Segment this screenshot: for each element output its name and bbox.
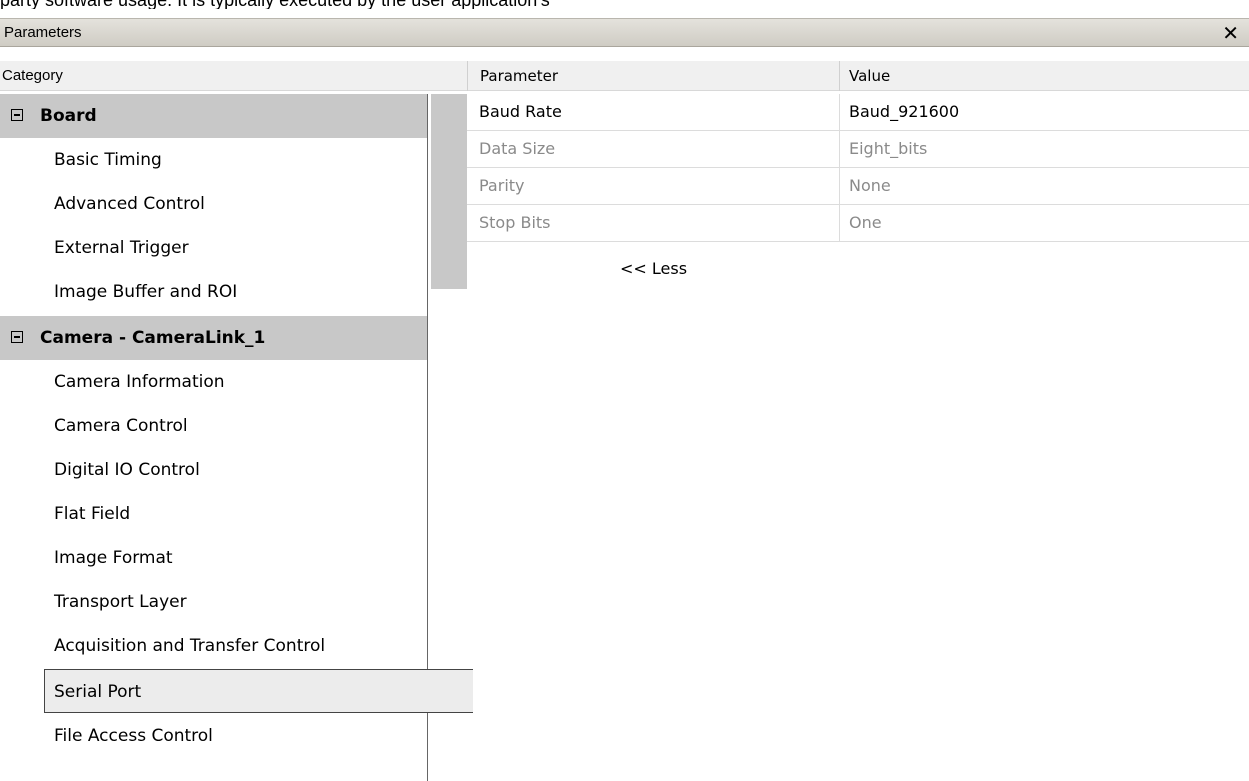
category-group-label: Camera - CameraLink_1 (40, 328, 266, 348)
category-item-label: Flat Field (54, 504, 131, 524)
category-item-flat-field[interactable]: Flat Field (0, 492, 427, 536)
param-value: One (839, 205, 1249, 241)
column-header-bar: Category Parameter Value (0, 61, 1249, 91)
param-name: Data Size (479, 139, 556, 158)
category-item-label: Transport Layer (54, 592, 187, 612)
category-item-advanced-control[interactable]: Advanced Control (0, 182, 427, 226)
category-item-image-buffer-roi[interactable]: Image Buffer and ROI (0, 270, 427, 314)
category-item-label: File Access Control (54, 726, 213, 746)
category-item-camera-control[interactable]: Camera Control (0, 404, 427, 448)
category-item-label: Advanced Control (54, 194, 205, 214)
category-group-camera[interactable]: Camera - CameraLink_1 (0, 316, 427, 360)
param-row-parity: Parity None (467, 168, 1249, 205)
category-item-label: External Trigger (54, 238, 189, 258)
param-row-stop-bits: Stop Bits One (467, 205, 1249, 242)
category-item-digital-io-control[interactable]: Digital IO Control (0, 448, 427, 492)
param-row-data-size: Data Size Eight_bits (467, 131, 1249, 168)
value-column-header[interactable]: Value (839, 61, 1249, 91)
close-icon[interactable]: ✕ (1222, 21, 1239, 45)
parameter-grid-row-gutter (431, 94, 467, 289)
category-item-label: Serial Port (54, 682, 142, 702)
category-item-label: Image Buffer and ROI (54, 282, 238, 302)
category-item-serial-port[interactable]: Serial Port (44, 669, 473, 713)
param-name: Parity (479, 176, 525, 195)
param-value[interactable]: Baud_921600 (839, 94, 1249, 130)
category-item-camera-information[interactable]: Camera Information (0, 360, 427, 404)
category-group-board[interactable]: Board (0, 94, 427, 138)
category-item-file-access-control[interactable]: File Access Control (0, 714, 427, 758)
category-item-label: Digital IO Control (54, 460, 200, 480)
category-item-label: Acquisition and Transfer Control (54, 636, 326, 656)
param-name: Stop Bits (479, 213, 551, 232)
category-item-label: Basic Timing (54, 150, 162, 170)
category-tree: Board Basic Timing Advanced Control Exte… (0, 94, 473, 781)
collapse-icon[interactable] (11, 109, 23, 121)
category-group-label: Board (40, 106, 97, 126)
param-name: Baud Rate (479, 102, 562, 121)
param-value: Eight_bits (839, 131, 1249, 167)
param-row-baud-rate[interactable]: Baud Rate Baud_921600 (467, 94, 1249, 131)
parameters-title-bar: Parameters ✕ (0, 18, 1249, 47)
category-item-label: Camera Control (54, 416, 188, 436)
document-caption-text: party software usage. It is typically ex… (0, 0, 1249, 9)
category-item-transport-layer[interactable]: Transport Layer (0, 580, 427, 624)
category-item-image-format[interactable]: Image Format (0, 536, 427, 580)
param-value: None (839, 168, 1249, 204)
category-column-header: Category (2, 67, 63, 84)
category-item-label: Camera Information (54, 372, 225, 392)
category-item-external-trigger[interactable]: External Trigger (0, 226, 427, 270)
category-item-label: Image Format (54, 548, 173, 568)
less-toggle-link[interactable]: << Less (620, 259, 687, 278)
category-item-acquisition-transfer-control[interactable]: Acquisition and Transfer Control (0, 624, 427, 668)
parameter-column-header[interactable]: Parameter (467, 61, 839, 91)
collapse-icon[interactable] (11, 331, 23, 343)
window-title: Parameters (4, 24, 82, 41)
parameter-grid: Baud Rate Baud_921600 Data Size Eight_bi… (467, 94, 1249, 242)
category-item-basic-timing[interactable]: Basic Timing (0, 138, 427, 182)
